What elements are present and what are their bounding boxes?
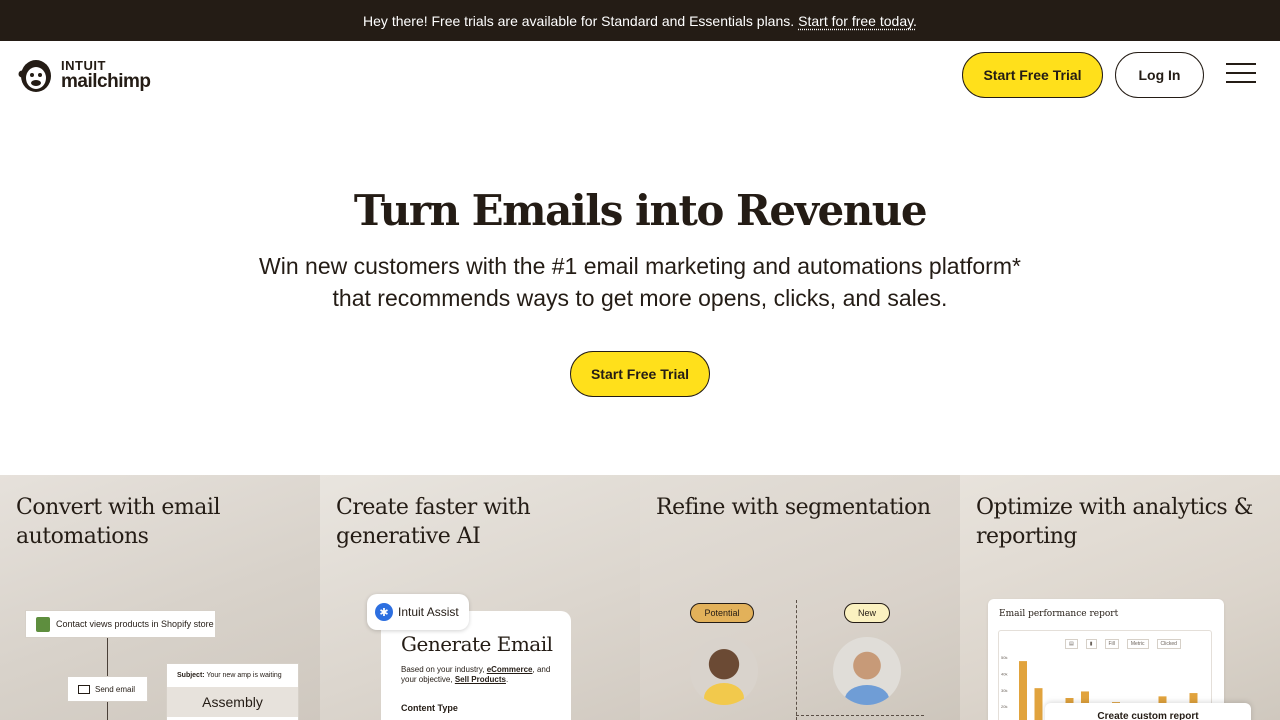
product-name: Assembly — [167, 687, 298, 717]
trigger-label: Contact views products in Shopify store — [56, 619, 214, 629]
feature-card-generative-ai[interactable]: Create faster with generative AI Generat… — [320, 475, 640, 720]
chart-bar — [1019, 661, 1027, 720]
chart-bar — [1034, 688, 1043, 720]
intuit-assist-label: Intuit Assist — [398, 605, 459, 619]
automation-trigger: Contact views products in Shopify store — [25, 610, 216, 638]
feature-cards: Convert with email automations Contact v… — [0, 475, 1280, 720]
hamburger-menu-icon[interactable] — [1226, 63, 1256, 87]
feature-title: Convert with email automations — [16, 495, 221, 549]
avatar — [833, 637, 901, 705]
promo-banner: Hey there! Free trials are available for… — [0, 0, 1280, 41]
y-tick-label: 40k — [1001, 671, 1007, 676]
login-button[interactable]: Log In — [1115, 52, 1204, 98]
metric-select[interactable]: Clicked — [1156, 639, 1181, 649]
chart-bar-icon[interactable]: ▮ — [1085, 639, 1097, 649]
hero-title: Turn Emails into Revenue — [353, 186, 928, 235]
segment-new-tag: New — [844, 603, 890, 623]
chart-controls: ▤ ▮ Fill Metric Clicked — [1065, 639, 1181, 649]
report-title: Email performance report — [999, 609, 1119, 619]
logo-mailchimp-text: mailchimp — [61, 71, 151, 92]
feature-title: Refine with segmentation — [656, 495, 931, 520]
feature-card-segmentation[interactable]: Refine with segmentation Potential New — [640, 475, 960, 720]
shopify-icon — [36, 616, 50, 632]
y-tick-label: 30k — [1001, 688, 1007, 693]
intuit-assist-badge: ✱ Intuit Assist — [367, 594, 469, 630]
feature-card-analytics[interactable]: Optimize with analytics & reporting Emai… — [960, 475, 1280, 720]
mailchimp-logo[interactable]: INTUIT mailchimp — [17, 56, 151, 94]
segment-potential-tag: Potential — [690, 603, 754, 623]
banner-start-free-link[interactable]: Start for free today. — [798, 13, 917, 29]
freddie-logo-icon — [18, 60, 51, 92]
hero-start-free-trial-button[interactable]: Start Free Trial — [570, 351, 710, 397]
send-email-step: Send email — [67, 676, 148, 702]
nav-start-free-trial-button[interactable]: Start Free Trial — [962, 52, 1103, 98]
top-nav: INTUIT mailchimp Start Free Trial Log In — [0, 41, 1280, 111]
create-custom-report-button[interactable]: Create custom report — [1045, 703, 1251, 720]
metric-label: Metric — [1126, 639, 1149, 649]
subject-label: Subject: — [177, 672, 205, 679]
email-performance-report: Email performance report ▤ ▮ Fill Metric… — [988, 599, 1224, 720]
segment-connector — [796, 715, 924, 716]
sparkle-icon: ✱ — [375, 603, 393, 621]
chart-type-icon[interactable]: ▤ — [1065, 639, 1078, 649]
generate-email-heading: Generate Email — [401, 632, 553, 656]
send-email-label: Send email — [95, 684, 136, 694]
feature-title: Create faster with generative AI — [336, 495, 531, 549]
generate-email-description: Based on your industry, eCommerce, and y… — [401, 665, 551, 684]
avatar — [690, 637, 758, 705]
objective-value: Sell Products — [454, 675, 506, 684]
feature-card-automations[interactable]: Convert with email automations Contact v… — [0, 475, 320, 720]
email-preview: Subject: Your new amp is waiting Assembl… — [166, 663, 299, 720]
y-tick-label: 50k — [1001, 655, 1007, 660]
fill-toggle[interactable]: Fill — [1104, 639, 1119, 649]
hero-subtitle: Win new customers with the #1 email mark… — [259, 253, 1021, 311]
y-tick-label: 20k — [1001, 704, 1007, 709]
envelope-icon — [78, 684, 90, 694]
industry-value: eCommerce — [486, 665, 533, 674]
content-type-label: Content Type — [401, 703, 458, 713]
banner-text: Hey there! Free trials are available for… — [363, 12, 795, 29]
subject-text: Your new amp is waiting — [206, 672, 282, 679]
feature-title: Optimize with analytics & reporting — [976, 495, 1253, 549]
segment-divider — [796, 600, 797, 720]
